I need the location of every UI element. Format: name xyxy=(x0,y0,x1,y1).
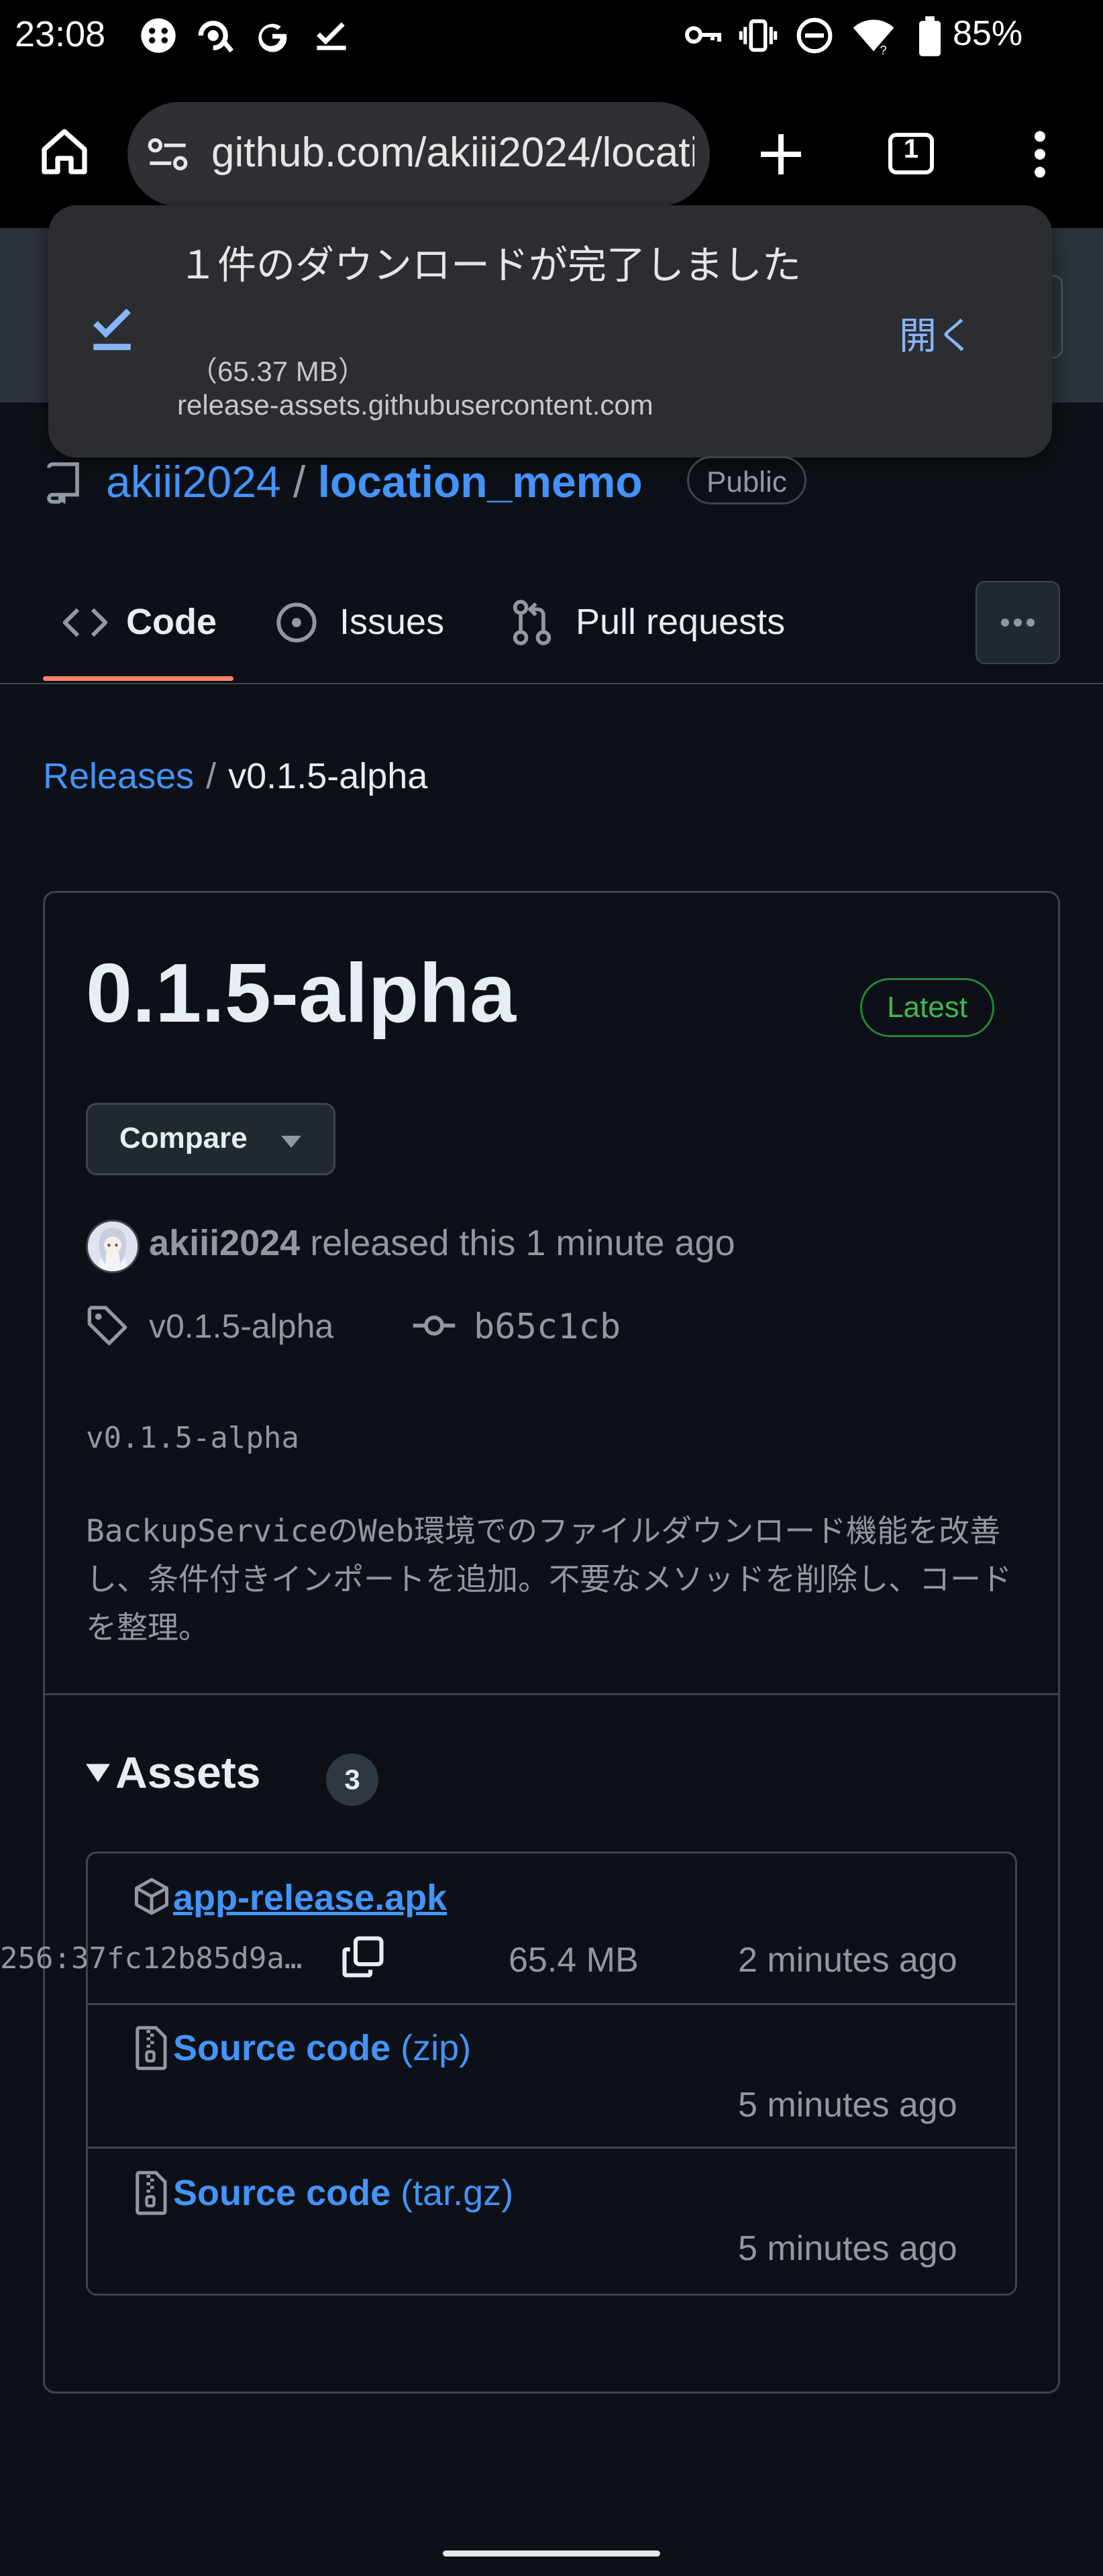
issues-icon xyxy=(275,601,318,644)
breadcrumb-current: v0.1.5-alpha xyxy=(228,756,428,796)
asset-source-label: Source code xyxy=(173,2028,391,2068)
package-icon xyxy=(132,1876,172,1917)
status-time: 23:08 xyxy=(15,14,106,54)
file-zip-icon xyxy=(133,2171,168,2215)
triangle-down-icon[interactable] xyxy=(86,1762,110,1784)
svg-text:?: ? xyxy=(880,43,886,54)
release-title: 0.1.5-alpha xyxy=(86,947,516,1040)
copy-icon[interactable] xyxy=(341,1935,385,1979)
game-controller-icon xyxy=(140,17,177,54)
active-tab-indicator xyxy=(43,676,233,681)
assets-count-badge: 3 xyxy=(326,1754,378,1806)
wifi-icon: ? xyxy=(851,17,896,54)
asset-time: 5 minutes ago xyxy=(738,2086,957,2125)
author-link[interactable]: akiii2024 xyxy=(149,1223,300,1263)
asset-link-apk[interactable]: app-release.apk xyxy=(173,1877,447,1919)
url-text[interactable]: github.com/akiii2024/location_memo xyxy=(211,129,694,176)
asset-divider xyxy=(87,2147,1016,2149)
repo-owner-link[interactable]: akiii2024 xyxy=(106,457,281,506)
asset-format: (zip) xyxy=(401,2028,472,2068)
asset-size: 65.4 MB xyxy=(509,1941,639,1980)
released-text: released this 1 minute ago xyxy=(310,1223,735,1263)
caret-down-icon xyxy=(279,1134,303,1150)
asset-divider xyxy=(87,2003,1016,2005)
release-body-tag: v0.1.5-alpha xyxy=(86,1421,299,1455)
repo-title: akiii2024 / location_memo xyxy=(106,455,643,508)
toast-open-button[interactable]: 開く xyxy=(899,306,974,360)
tab-code[interactable]: Code xyxy=(126,601,217,643)
tab-issues[interactable]: Issues xyxy=(339,601,444,643)
compare-label: Compare xyxy=(119,1122,248,1155)
author-avatar[interactable] xyxy=(86,1220,140,1273)
asset-time: 5 minutes ago xyxy=(738,2229,957,2268)
pull-request-icon xyxy=(511,600,553,645)
release-tag-link[interactable]: v0.1.5-alpha xyxy=(149,1307,333,1346)
repo-icon xyxy=(44,462,82,504)
kebab-horizontal-icon xyxy=(1001,619,1035,627)
site-settings-icon[interactable] xyxy=(146,134,189,174)
tab-pull-requests[interactable]: Pull requests xyxy=(576,601,785,643)
more-tabs-button[interactable] xyxy=(976,581,1060,664)
assets-heading[interactable]: Assets xyxy=(115,1747,260,1798)
asset-link-source-targz[interactable]: Source code (tar.gz) xyxy=(173,2172,513,2214)
task-check-icon xyxy=(314,17,349,54)
new-tab-icon[interactable] xyxy=(754,127,808,181)
tab-count: 1 xyxy=(903,134,919,164)
toast-file-size: （65.37 MB） xyxy=(189,356,366,387)
file-zip-icon xyxy=(133,2026,168,2070)
more-vert-icon[interactable] xyxy=(1022,127,1057,181)
asset-link-source-zip[interactable]: Source code (zip) xyxy=(173,2027,471,2069)
tag-icon xyxy=(86,1304,129,1347)
visibility-badge: Public xyxy=(687,456,806,504)
download-check-icon xyxy=(91,305,133,354)
breadcrumb-releases-link[interactable]: Releases xyxy=(43,756,194,796)
voice-assistant-icon xyxy=(195,17,235,54)
breadcrumb: Releases / v0.1.5-alpha xyxy=(43,755,427,797)
release-commit-link[interactable]: b65c1cb xyxy=(474,1307,621,1347)
google-g-icon xyxy=(254,17,291,54)
repo-name-link[interactable]: location_memo xyxy=(318,457,643,506)
breadcrumb-separator: / xyxy=(206,756,217,796)
asset-time: 2 minutes ago xyxy=(738,1941,957,1980)
battery-icon xyxy=(919,16,941,56)
battery-percentage: 85% xyxy=(953,14,1023,53)
asset-digest: 256:37fc12b85d9a… xyxy=(0,1941,303,1976)
asset-source-label: Source code xyxy=(173,2173,391,2213)
release-description: BackupServiceのWeb環境でのファイルダウンロード機能を改善し、条件… xyxy=(86,1513,1012,1646)
asset-format: (tar.gz) xyxy=(401,2173,514,2213)
key-icon xyxy=(684,20,722,50)
release-meta: akiii2024 released this 1 minute ago xyxy=(149,1222,735,1264)
code-icon xyxy=(63,604,107,641)
home-indicator[interactable] xyxy=(443,2551,660,2557)
toast-title: １件のダウンロードが完了しました xyxy=(178,244,802,287)
repo-separator: / xyxy=(293,457,306,506)
tabs-divider xyxy=(0,683,1103,684)
toast-host: release-assets.githubusercontent.com xyxy=(177,389,653,421)
latest-badge: Latest xyxy=(860,978,994,1037)
commit-icon xyxy=(411,1309,458,1342)
home-icon[interactable] xyxy=(38,125,91,178)
card-divider xyxy=(43,1693,1060,1695)
do-not-disturb-icon xyxy=(796,17,833,54)
vibrate-icon xyxy=(738,17,778,54)
